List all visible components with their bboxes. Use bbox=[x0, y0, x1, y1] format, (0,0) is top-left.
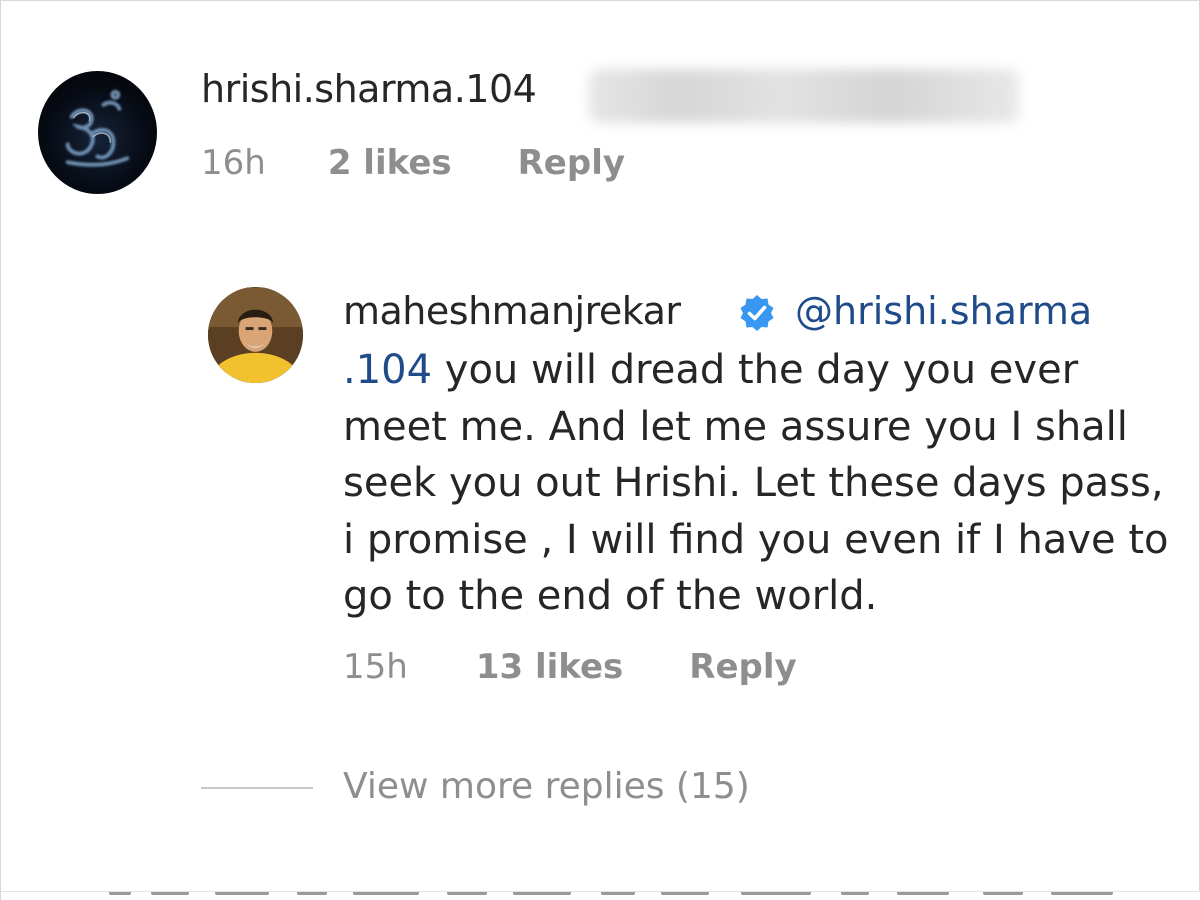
reply-text-line-2: meet me. And let me assure you I shall bbox=[343, 403, 1128, 450]
avatar-hrishi[interactable] bbox=[38, 71, 157, 194]
comment-username[interactable]: hrishi.sharma.104 bbox=[201, 67, 537, 111]
view-more-replies-button[interactable]: View more replies (15) bbox=[343, 766, 750, 807]
comment-meta: 16h 2 likes Reply bbox=[201, 143, 625, 183]
reply-text-line-1: .104 you will dread the day you ever bbox=[343, 342, 1183, 399]
reply-time: 15h bbox=[343, 647, 408, 687]
comment-likes[interactable]: 2 likes bbox=[328, 143, 452, 183]
view-more-divider bbox=[201, 787, 313, 789]
reply-meta: 15h 13 likes Reply bbox=[343, 647, 797, 687]
verified-badge-icon bbox=[740, 295, 774, 331]
comment-reply-button[interactable]: Reply bbox=[518, 143, 625, 183]
reply-text-line-3: seek you out Hrishi. Let these days pass… bbox=[343, 460, 1164, 506]
reply-username[interactable]: maheshmanjrekar bbox=[343, 289, 681, 333]
reply-text: .104 you will dread the day you ever mee… bbox=[343, 342, 1183, 625]
comment-thread: hrishi.sharma.104 16h 2 likes Reply mahesh… bbox=[0, 0, 1200, 900]
reply-reply-button[interactable]: Reply bbox=[689, 647, 796, 687]
om-symbol-icon bbox=[65, 89, 130, 167]
reply-text-line-1-rest: you will dread the day you ever bbox=[432, 347, 1079, 393]
blurred-comment-text bbox=[589, 69, 1019, 123]
avatar-mahesh[interactable] bbox=[208, 287, 303, 383]
reply-likes[interactable]: 13 likes bbox=[476, 647, 623, 687]
comment-time: 16h bbox=[201, 143, 266, 183]
reply-mention-continued[interactable]: .104 bbox=[343, 347, 432, 393]
reply-text-line-4: i promise , I will find you even if I ha… bbox=[343, 516, 1169, 563]
reply-text-line-5: go to the end of the world. bbox=[343, 573, 878, 619]
next-comment-cutoff bbox=[1, 891, 1200, 900]
reply-mention[interactable]: @hrishi.sharma bbox=[795, 289, 1092, 333]
profile-photo-icon bbox=[208, 287, 303, 383]
